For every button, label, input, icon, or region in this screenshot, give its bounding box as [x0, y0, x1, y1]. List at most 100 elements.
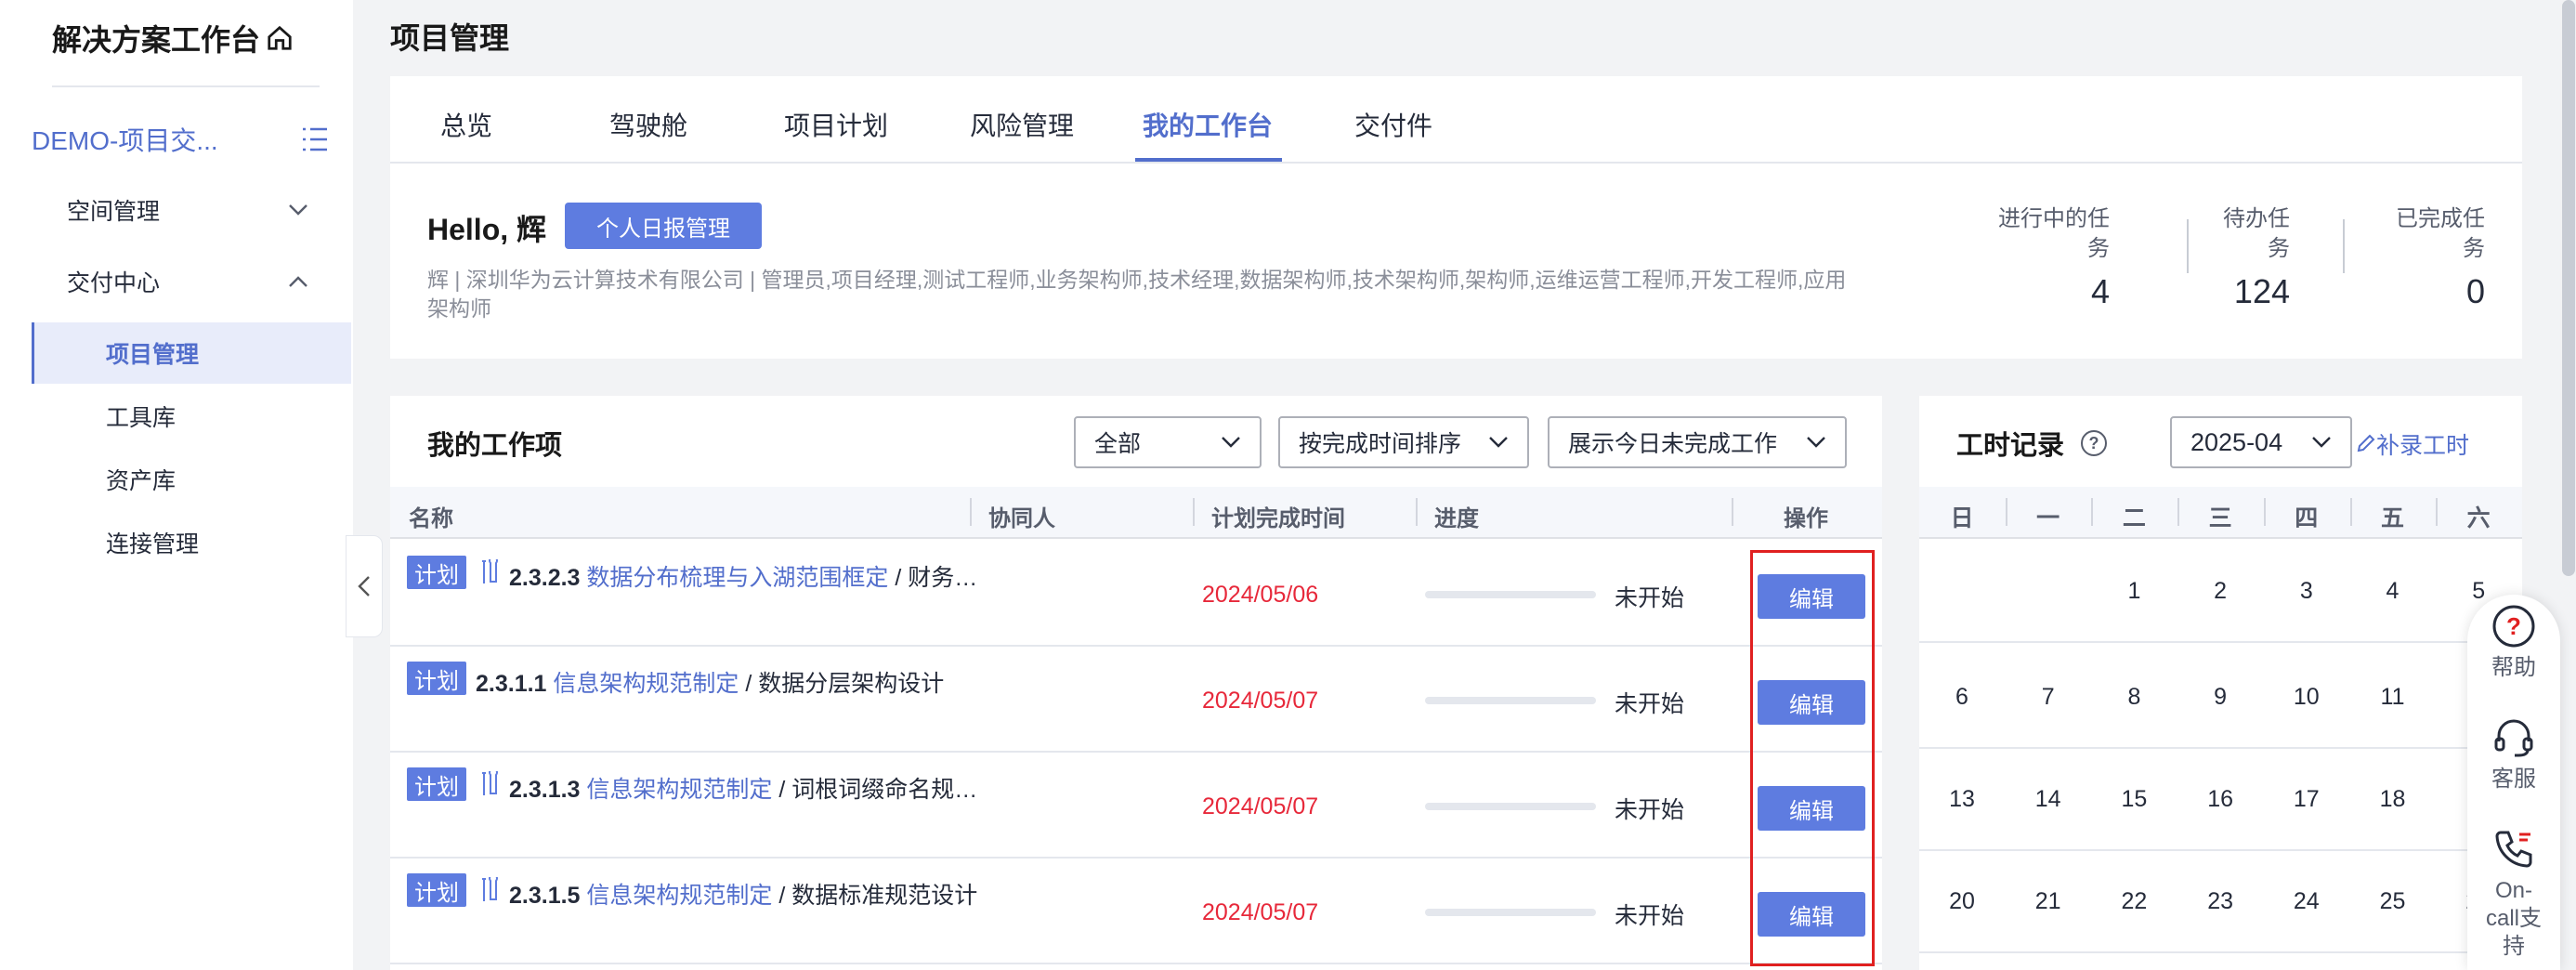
column-divider — [1416, 498, 1418, 526]
headset-icon — [2494, 719, 2533, 757]
sidebar-title[interactable]: 解决方案工作台 — [52, 17, 294, 59]
calendar-day[interactable]: 16 — [2177, 786, 2263, 813]
calendar-day[interactable]: 9 — [2177, 684, 2263, 711]
menu-list-icon[interactable] — [301, 126, 329, 152]
display-filter-select[interactable]: 展示今日未完成工作 — [1548, 416, 1847, 468]
calendar-week-row: 12345 — [1919, 541, 2522, 643]
task-link[interactable]: 信息架构规范制定 — [586, 777, 772, 803]
question-icon[interactable]: ? — [2081, 430, 2108, 456]
calendar-day[interactable]: 7 — [2006, 684, 2091, 711]
calendar-day[interactable]: 10 — [2264, 684, 2349, 711]
task-link[interactable]: 数据分布梳理与入湖范围框定 — [586, 565, 888, 591]
sort-select[interactable]: 按完成时间排序 — [1278, 416, 1529, 468]
table-row[interactable]: 计划 2.3.1.1 信息架构规范制定 / 数据分层架构设计 2024/05/0… — [390, 647, 1882, 753]
weekday-label: 二 — [2122, 505, 2146, 531]
page-scrollbar[interactable] — [2562, 0, 2575, 576]
tab-cockpit[interactable]: 驾驶舱 — [609, 106, 687, 143]
tab-my-workbench[interactable]: 我的工作台 — [1143, 106, 1273, 143]
stat-in-progress[interactable]: 进行中的任 务 4 — [1998, 204, 2110, 308]
calendar-day[interactable]: 22 — [2091, 888, 2177, 915]
month-select[interactable]: 2025-04 — [2170, 416, 2352, 468]
sidebar-item-assets[interactable]: 资产库 — [32, 449, 351, 510]
task-name[interactable]: 2.3.1.3 信息架构规范制定 / 词根词缀命名规… — [509, 771, 977, 805]
weekday-label: 六 — [2466, 505, 2491, 531]
chevron-down-icon — [2312, 437, 2331, 448]
column-header-progress[interactable]: 进度 — [1434, 500, 1479, 532]
calendar-day[interactable]: 14 — [2006, 786, 2091, 813]
sidebar: 解决方案工作台 DEMO-项目交... 空间管理 交付中心 项目管理 工具库 资… — [0, 0, 353, 970]
sidebar-divider — [52, 85, 320, 87]
sidebar-group-delivery[interactable]: 交付中心 — [0, 251, 351, 312]
due-date: 2024/05/07 — [1202, 899, 1319, 925]
calendar-day[interactable]: 24 — [2264, 888, 2349, 915]
sidebar-item-project-management[interactable]: 项目管理 — [32, 322, 351, 384]
chevron-up-icon — [289, 276, 307, 287]
calendar-day[interactable]: 11 — [2350, 684, 2436, 711]
chevron-down-icon — [1807, 437, 1825, 448]
calendar-day[interactable]: 1 — [2091, 578, 2177, 605]
user-info-line: 架构师 — [427, 296, 491, 321]
weekday-label: 一 — [2036, 505, 2060, 531]
sidebar-item-toolbox[interactable]: 工具库 — [32, 386, 351, 447]
add-hours-link[interactable]: 补录工时 — [2356, 427, 2469, 461]
floating-help-panel: ? 帮助 客服 On- call支 持 — [2467, 595, 2560, 970]
user-info: 辉 | 深圳华为云计算技术有限公司 | 管理员,项目经理,测试工程师,业务架构师… — [427, 266, 2007, 323]
calendar-week-row: 6789101112 — [1919, 647, 2522, 749]
calendar-day[interactable]: 2 — [2177, 578, 2263, 605]
sidebar-collapse-button[interactable] — [346, 535, 383, 637]
calendar-day[interactable]: 8 — [2091, 684, 2177, 711]
weekday-header: 日一二三四五六 — [1919, 487, 2522, 539]
calendar-day[interactable]: 21 — [2006, 888, 2091, 915]
column-divider — [970, 498, 972, 526]
task-name[interactable]: 2.3.1.5 信息架构规范制定 / 数据标准规范设计 — [509, 877, 977, 911]
stat-todo[interactable]: 待办任 务 124 — [2223, 204, 2290, 308]
daily-report-button[interactable]: 个人日报管理 — [565, 203, 762, 249]
task-link[interactable]: 信息架构规范制定 — [553, 671, 739, 697]
weekday-divider — [2177, 498, 2180, 526]
tab-risk-management[interactable]: 风险管理 — [970, 106, 1074, 143]
task-name[interactable]: 2.3.2.3 数据分布梳理与入湖范围框定 / 财务… — [509, 559, 977, 593]
calendar-day[interactable]: 6 — [1919, 684, 2005, 711]
weekday-label: 五 — [2380, 505, 2404, 531]
chevron-down-icon — [1489, 437, 1508, 448]
sidebar-item-connections[interactable]: 连接管理 — [32, 512, 351, 573]
stat-completed[interactable]: 已完成任 务 0 — [2396, 204, 2485, 308]
tab-overview[interactable]: 总览 — [440, 106, 492, 143]
table-row[interactable]: 计划 2.3.2.3 数据分布梳理与入湖范围框定 / 财务… 2024/05/0… — [390, 541, 1882, 647]
calendar-day[interactable]: 13 — [1919, 786, 2005, 813]
help-button[interactable]: ? 帮助 — [2467, 604, 2560, 682]
calendar-day[interactable]: 18 — [2350, 786, 2436, 813]
table-row[interactable]: 计划 2.3.1.5 信息架构规范制定 / 数据标准规范设计 2024/05/0… — [390, 859, 1882, 964]
status-text: 未开始 — [1615, 585, 1685, 611]
scope-select[interactable]: 全部 — [1074, 416, 1262, 468]
progress-bar — [1425, 909, 1596, 916]
calendar-day[interactable]: 17 — [2264, 786, 2349, 813]
task-link[interactable]: 信息架构规范制定 — [586, 883, 772, 909]
plan-tag: 计划 — [407, 767, 466, 801]
customer-service-button[interactable]: 客服 — [2467, 715, 2560, 793]
column-header-name[interactable]: 名称 — [409, 500, 453, 532]
calendar-day[interactable]: 25 — [2350, 888, 2436, 915]
calendar-day[interactable]: 23 — [2177, 888, 2263, 915]
progress-bar — [1425, 803, 1596, 810]
chevron-left-icon — [358, 576, 370, 596]
column-header-action: 操作 — [1784, 506, 1828, 531]
due-date: 2024/05/06 — [1202, 582, 1319, 608]
calendar-day[interactable]: 4 — [2350, 578, 2436, 605]
task-name[interactable]: 2.3.1.1 信息架构规范制定 / 数据分层架构设计 — [476, 665, 944, 699]
timesheet-panel: 工时记录 ? 2025-04 补录工时 日一二三四五六 1 2 3 4 5 6 7 8 9 10 1… — [1919, 396, 2522, 970]
help-circle-icon: ? — [2492, 605, 2535, 648]
column-header-due-date[interactable]: 计划完成时间 — [1211, 500, 1345, 532]
calendar-day[interactable]: 20 — [1919, 888, 2005, 915]
tab-project-plan[interactable]: 项目计划 — [784, 106, 888, 143]
project-switcher[interactable]: DEMO-项目交... — [32, 121, 329, 158]
greeting: Hello, 辉 — [427, 213, 547, 246]
chevron-down-icon — [289, 204, 307, 216]
tab-deliverables[interactable]: 交付件 — [1354, 106, 1432, 143]
calendar-day[interactable]: 3 — [2264, 578, 2349, 605]
table-row[interactable]: 计划 2.3.1.3 信息架构规范制定 / 词根词缀命名规… 2024/05/0… — [390, 753, 1882, 859]
calendar-day[interactable]: 15 — [2091, 786, 2177, 813]
column-header-collaborators[interactable]: 协同人 — [988, 500, 1055, 532]
oncall-support-button[interactable]: On- call支 持 — [2467, 827, 2560, 961]
sidebar-group-space[interactable]: 空间管理 — [0, 179, 351, 241]
